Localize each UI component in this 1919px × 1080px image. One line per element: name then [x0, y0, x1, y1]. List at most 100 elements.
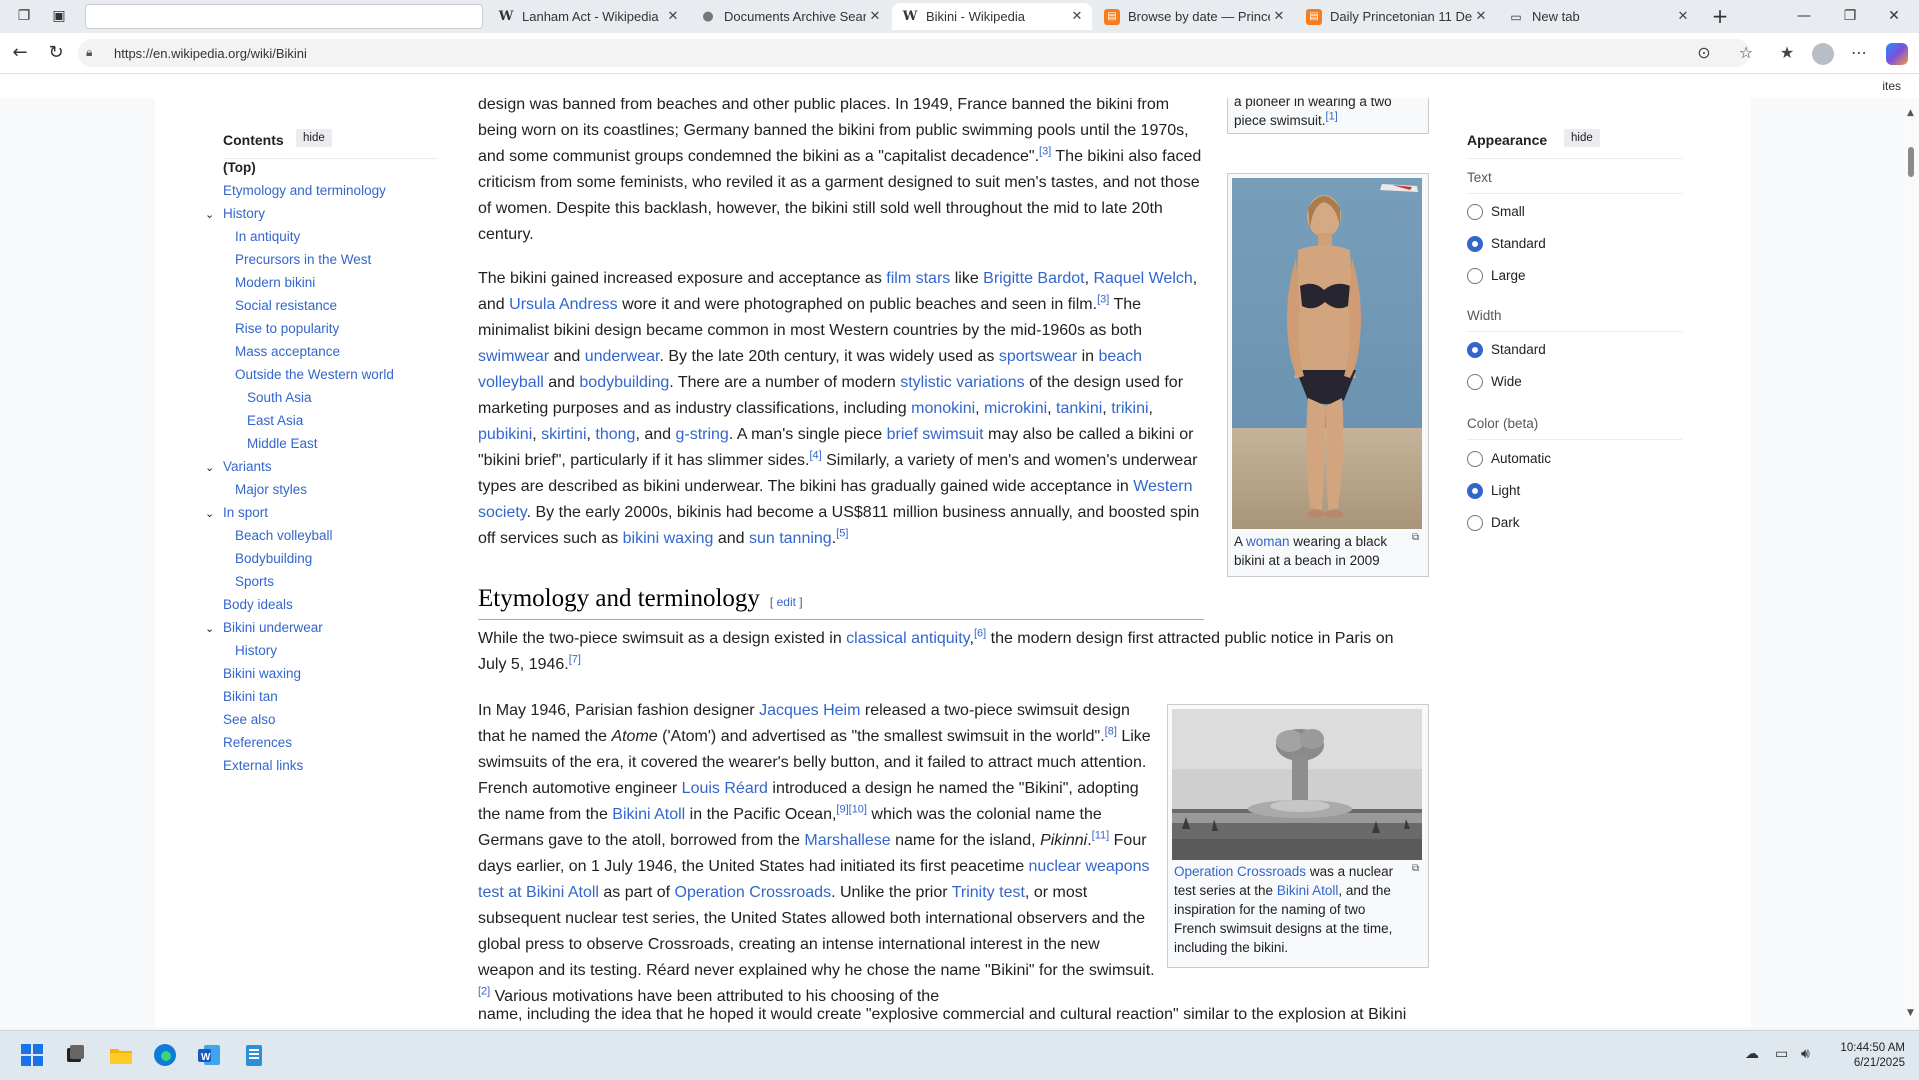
- address-bar[interactable]: [78, 39, 1750, 67]
- toc-item[interactable]: Body ideals: [223, 597, 293, 612]
- chevron-down-icon[interactable]: ⌄: [205, 461, 214, 474]
- wiki-link[interactable]: film stars: [886, 270, 950, 287]
- scrollbar-thumb[interactable]: [1908, 147, 1914, 177]
- toc-hide-button[interactable]: hide: [296, 129, 332, 147]
- chevron-down-icon[interactable]: ⌄: [205, 622, 214, 635]
- wiki-link[interactable]: bodybuilding: [579, 374, 669, 391]
- radio-button[interactable]: [1467, 515, 1483, 531]
- minimize-button[interactable]: —: [1784, 4, 1824, 28]
- start-icon[interactable]: [18, 1041, 46, 1069]
- radio-label[interactable]: Wide: [1491, 374, 1522, 389]
- wiki-link[interactable]: Trinity test: [952, 884, 1025, 901]
- wiki-link[interactable]: Operation Crossroads: [1174, 864, 1306, 879]
- tab-daily-princetonian[interactable]: ▤ Daily Princetonian 11 Dece ✕: [1296, 3, 1496, 30]
- toc-item[interactable]: External links: [223, 758, 303, 773]
- refresh-button[interactable]: ↻: [44, 41, 68, 65]
- chevron-down-icon[interactable]: ⌄: [205, 208, 214, 221]
- radio-button[interactable]: [1467, 451, 1483, 467]
- citation-link[interactable]: [11]: [1092, 830, 1110, 842]
- wiki-link[interactable]: sportswear: [999, 348, 1077, 365]
- radio-button[interactable]: [1467, 374, 1483, 390]
- toc-item[interactable]: Variants: [223, 459, 272, 474]
- wiki-link[interactable]: woman: [1246, 534, 1290, 549]
- citation-link[interactable]: [1]: [1326, 111, 1338, 123]
- radio-button[interactable]: [1467, 268, 1483, 284]
- new-tab-button[interactable]: +: [1706, 4, 1734, 28]
- toc-item[interactable]: Modern bikini: [235, 275, 315, 290]
- close-icon[interactable]: ✕: [664, 9, 682, 24]
- page-scrollbar[interactable]: ▲ ▼: [1903, 98, 1919, 1028]
- close-window-button[interactable]: ✕: [1874, 4, 1914, 28]
- enlarge-icon[interactable]: ⧉: [1412, 863, 1419, 874]
- toc-item[interactable]: East Asia: [247, 413, 303, 428]
- tab-lanham-act[interactable]: W Lanham Act - Wikipedia ✕: [488, 3, 688, 30]
- wiki-link[interactable]: Ursula Andress: [509, 296, 618, 313]
- toc-item[interactable]: Mass acceptance: [235, 344, 340, 359]
- word-icon[interactable]: W: [195, 1041, 223, 1069]
- toc-item[interactable]: Sports: [235, 574, 274, 589]
- radio-button[interactable]: [1467, 483, 1483, 499]
- profile-avatar[interactable]: [1812, 43, 1834, 65]
- radio-button[interactable]: [1467, 236, 1483, 252]
- radio-button[interactable]: [1467, 204, 1483, 220]
- radio-label[interactable]: Small: [1491, 204, 1525, 219]
- toc-item[interactable]: See also: [223, 712, 276, 727]
- toc-item[interactable]: Precursors in the West: [235, 252, 371, 267]
- chevron-down-icon[interactable]: ⌄: [205, 507, 214, 520]
- radio-label[interactable]: Standard: [1491, 236, 1546, 251]
- wiki-link[interactable]: thong: [595, 426, 635, 443]
- wiki-link[interactable]: underwear: [585, 348, 660, 365]
- wiki-link[interactable]: tankini: [1056, 400, 1102, 417]
- wiki-link[interactable]: bikini waxing: [623, 530, 714, 547]
- wiki-link[interactable]: g-string: [675, 426, 728, 443]
- wiki-link[interactable]: Bikini Atoll: [1277, 883, 1339, 898]
- citation-link[interactable]: [6]: [974, 628, 986, 640]
- more-icon[interactable]: ⋯: [1847, 41, 1871, 65]
- wiki-link[interactable]: swimwear: [478, 348, 549, 365]
- citation-link[interactable]: [2]: [478, 986, 490, 998]
- wiki-link[interactable]: trikini: [1111, 400, 1148, 417]
- toc-item[interactable]: Bodybuilding: [235, 551, 312, 566]
- radio-label[interactable]: Large: [1491, 268, 1526, 283]
- citation-link[interactable]: [7]: [569, 654, 581, 666]
- favorites-icon[interactable]: ★: [1775, 41, 1799, 65]
- task-view-icon[interactable]: [61, 1041, 89, 1069]
- citation-link[interactable]: [4]: [809, 450, 821, 462]
- wiki-link[interactable]: monokini: [911, 400, 975, 417]
- toc-item[interactable]: South Asia: [247, 390, 312, 405]
- toc-item[interactable]: History: [235, 643, 277, 658]
- radio-label[interactable]: Automatic: [1491, 451, 1551, 466]
- tab-bikini[interactable]: W Bikini - Wikipedia ✕: [892, 3, 1092, 30]
- citation-link[interactable]: [8]: [1105, 726, 1117, 738]
- toc-item[interactable]: In antiquity: [235, 229, 300, 244]
- citation-link[interactable]: [3]: [1039, 146, 1051, 158]
- tab-actions-icon[interactable]: ▣: [49, 6, 69, 26]
- wiki-link[interactable]: Louis Réard: [682, 780, 768, 797]
- clock[interactable]: 10:44:50 AM 6/21/2025: [1840, 1041, 1905, 1071]
- nuclear-test-photo[interactable]: [1172, 709, 1422, 860]
- tab-search-input[interactable]: [85, 4, 483, 29]
- network-icon[interactable]: ▭: [1775, 1046, 1788, 1062]
- wiki-link[interactable]: sun tanning: [749, 530, 832, 547]
- wiki-link[interactable]: Raquel Welch: [1093, 270, 1192, 287]
- back-button[interactable]: ←: [8, 41, 32, 65]
- beach-photo[interactable]: [1232, 178, 1422, 529]
- edit-link-text[interactable]: edit: [777, 595, 796, 609]
- wiki-link[interactable]: Marshallese: [804, 832, 890, 849]
- wiki-link[interactable]: Brigitte Bardot: [983, 270, 1084, 287]
- workspaces-icon[interactable]: ❐: [14, 6, 34, 26]
- file-explorer-icon[interactable]: [107, 1041, 135, 1069]
- citation-link[interactable]: [3]: [1097, 294, 1109, 306]
- toc-item[interactable]: Rise to popularity: [235, 321, 339, 336]
- wiki-link[interactable]: microkini: [984, 400, 1047, 417]
- tab-browse-by-date[interactable]: ▤ Browse by date — Princeto ✕: [1094, 3, 1294, 30]
- toc-item[interactable]: Bikini underwear: [223, 620, 323, 635]
- wiki-link[interactable]: Jacques Heim: [759, 702, 860, 719]
- toc-item[interactable]: Social resistance: [235, 298, 337, 313]
- toc-item[interactable]: Bikini waxing: [223, 666, 301, 681]
- wiki-link[interactable]: Bikini Atoll: [612, 806, 685, 823]
- restore-button[interactable]: ❐: [1830, 4, 1870, 28]
- lock-icon[interactable]: 🔒︎: [86, 45, 92, 60]
- radio-label[interactable]: Standard: [1491, 342, 1546, 357]
- favorites-bar-label[interactable]: ites: [1882, 79, 1901, 93]
